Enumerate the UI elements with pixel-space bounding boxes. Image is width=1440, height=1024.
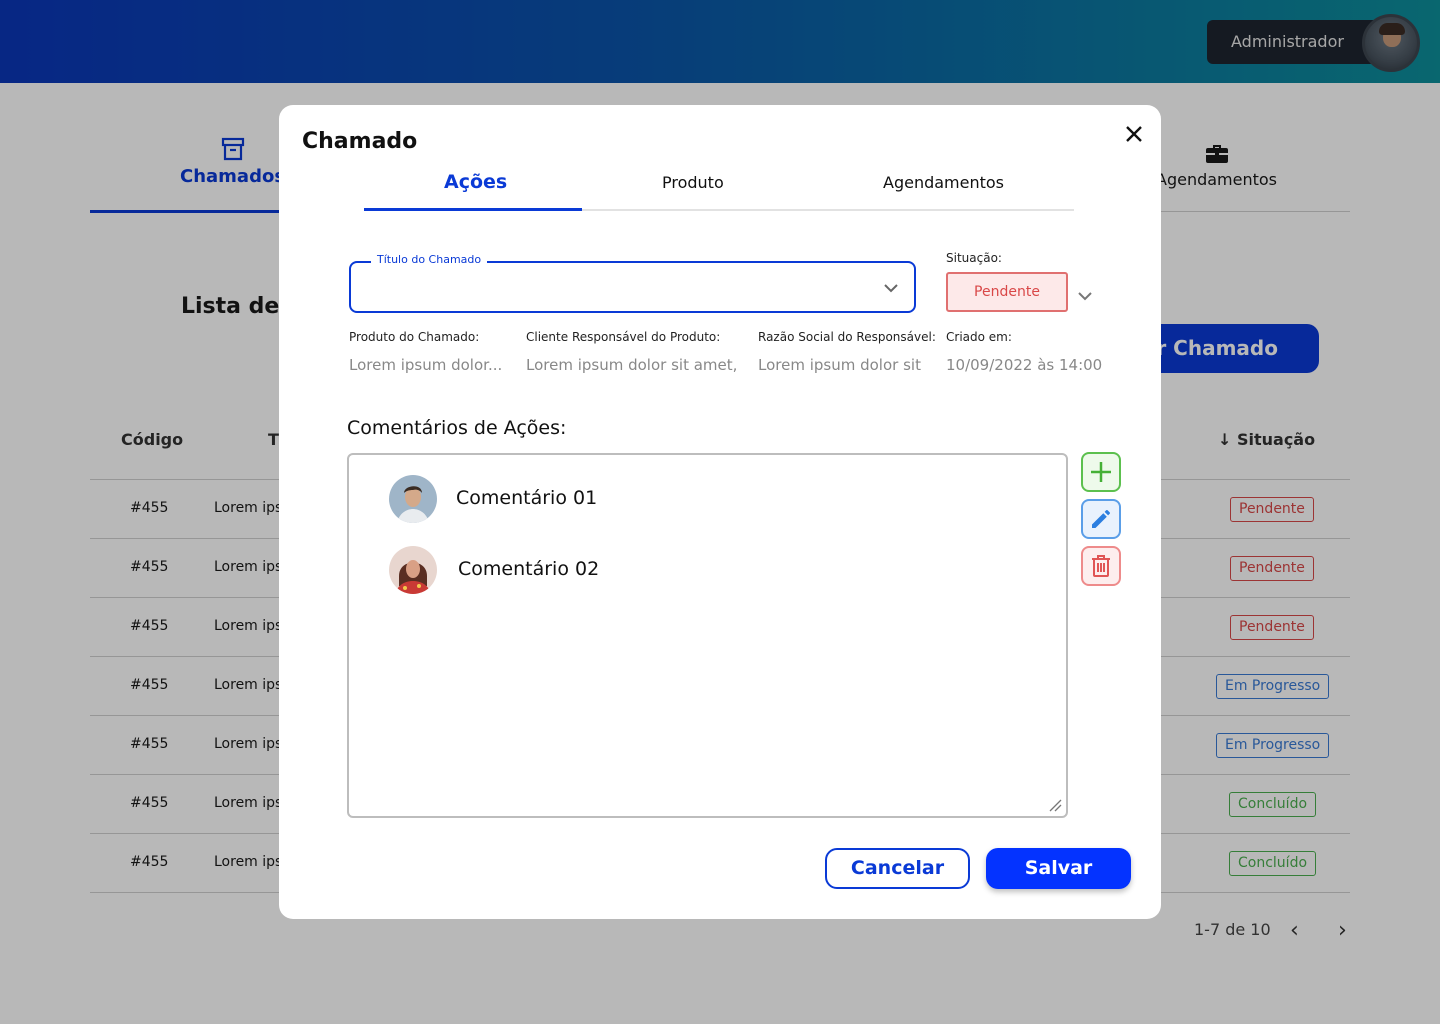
plus-icon xyxy=(1091,462,1111,482)
tab-acoes[interactable]: Ações xyxy=(444,171,507,193)
product-label: Produto do Chamado: xyxy=(349,330,480,344)
client-value: Lorem ipsum dolor sit amet, xyxy=(526,356,738,374)
created-value: 10/09/2022 às 14:00 xyxy=(946,356,1103,374)
edit-comment-button[interactable] xyxy=(1081,499,1121,539)
resize-handle-icon[interactable] xyxy=(1048,798,1062,812)
comments-title: Comentários de Ações: xyxy=(347,417,567,439)
product-value: Lorem ipsum dolor... xyxy=(349,356,503,374)
delete-comment-button[interactable] xyxy=(1081,546,1121,586)
tab-produto[interactable]: Produto xyxy=(662,173,724,192)
cancel-button[interactable]: Cancelar xyxy=(825,848,970,889)
close-icon[interactable] xyxy=(1121,121,1147,147)
modal-tabs: Ações Produto Agendamentos xyxy=(364,163,1074,211)
comment-text: Comentário 01 xyxy=(456,487,598,509)
ticket-title-select[interactable]: Título do Chamado xyxy=(349,253,916,313)
chevron-down-icon[interactable] xyxy=(1076,287,1094,305)
tab-agendamentos-modal[interactable]: Agendamentos xyxy=(883,173,1004,192)
avatar xyxy=(389,546,437,594)
chevron-down-icon xyxy=(884,284,898,293)
active-tab-indicator xyxy=(364,208,582,211)
ticket-modal: Chamado Ações Produto Agendamentos Títul… xyxy=(279,105,1161,919)
comments-textarea[interactable]: Comentário 01 Comentário 02 xyxy=(347,453,1068,818)
comment-text: Comentário 02 xyxy=(458,558,600,580)
status-badge[interactable]: Pendente xyxy=(946,272,1068,312)
status-label: Situação: xyxy=(946,251,1002,265)
trash-icon xyxy=(1092,555,1110,577)
pencil-icon xyxy=(1092,510,1110,528)
modal-title: Chamado xyxy=(302,129,418,154)
company-label: Razão Social do Responsável: xyxy=(758,330,936,344)
company-value: Lorem ipsum dolor sit xyxy=(758,356,921,374)
avatar xyxy=(389,475,437,523)
add-comment-button[interactable] xyxy=(1081,452,1121,492)
client-label: Cliente Responsável do Produto: xyxy=(526,330,721,344)
created-label: Criado em: xyxy=(946,330,1012,344)
ticket-title-label: Título do Chamado xyxy=(371,253,488,266)
save-button[interactable]: Salvar xyxy=(986,848,1131,889)
